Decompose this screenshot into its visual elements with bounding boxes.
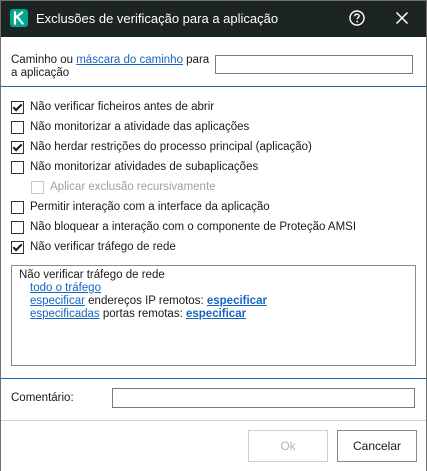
title-bar: Exclusões de verificação para a aplicaçã… — [1, 1, 426, 37]
all-traffic-link[interactable]: todo o tráfego — [30, 282, 101, 295]
ports-value-link[interactable]: especificar — [186, 308, 246, 320]
checkbox-unchecked[interactable] — [11, 121, 24, 134]
checkbox-checked[interactable] — [11, 241, 24, 254]
ip-specify-link[interactable]: especificar — [30, 295, 85, 307]
path-mask-link[interactable]: máscara do caminho — [76, 54, 183, 66]
ip-text: endereços IP remotos: — [84, 295, 207, 307]
network-details-panel: Não verificar tráfego de rede todo o trá… — [11, 265, 416, 366]
option-label: Não herdar restrições do processo princi… — [30, 141, 312, 153]
option-label: Aplicar exclusão recursivamente — [50, 181, 216, 193]
details-heading: Não verificar tráfego de rede — [19, 269, 165, 281]
ip-value-link[interactable]: especificar — [207, 295, 267, 307]
kaspersky-logo-icon — [10, 9, 28, 27]
checkbox-unchecked[interactable] — [11, 221, 24, 234]
remote-ip-line: especificar endereços IP remotos: especi… — [30, 295, 267, 308]
comment-input[interactable] — [112, 388, 415, 408]
checkbox-checked[interactable] — [11, 141, 24, 154]
separator-top — [1, 86, 426, 87]
help-icon[interactable] — [348, 9, 366, 27]
option-label: Não verificar ficheiros antes de abrir — [30, 101, 215, 113]
ports-text: portas remotas: — [99, 308, 186, 320]
option-label: Permitir interação com a interface da ap… — [30, 201, 270, 213]
dialog-footer: Ok Cancelar — [1, 420, 426, 471]
close-icon[interactable] — [393, 9, 411, 27]
checkbox-unchecked — [31, 181, 44, 194]
checkbox-unchecked[interactable] — [11, 201, 24, 214]
option-label: Não verificar tráfego de rede — [30, 241, 176, 253]
checkbox-checked[interactable] — [11, 101, 24, 114]
comment-label: Comentário: — [11, 392, 74, 404]
path-label: Caminho ou máscara do caminho para a apl… — [11, 54, 213, 80]
path-input[interactable] — [215, 55, 413, 74]
exclusions-dialog: Exclusões de verificação para a aplicaçã… — [0, 0, 427, 471]
option-label: Não monitorizar atividades de subaplicaç… — [30, 161, 259, 173]
option-label: Não bloquear a interação com o component… — [30, 221, 357, 233]
cancel-button[interactable]: Cancelar — [337, 430, 417, 462]
checkbox-unchecked[interactable] — [11, 161, 24, 174]
path-label-prefix: Caminho ou — [11, 54, 77, 66]
remote-ports-line: especificadas portas remotas: especifica… — [30, 308, 246, 321]
ports-specified-link[interactable]: especificadas — [30, 308, 100, 320]
separator-bottom — [1, 378, 426, 379]
option-label: Não monitorizar a atividade das aplicaçõ… — [30, 121, 250, 133]
dialog-title: Exclusões de verificação para a aplicaçã… — [36, 11, 279, 26]
ok-button[interactable]: Ok — [248, 430, 328, 462]
